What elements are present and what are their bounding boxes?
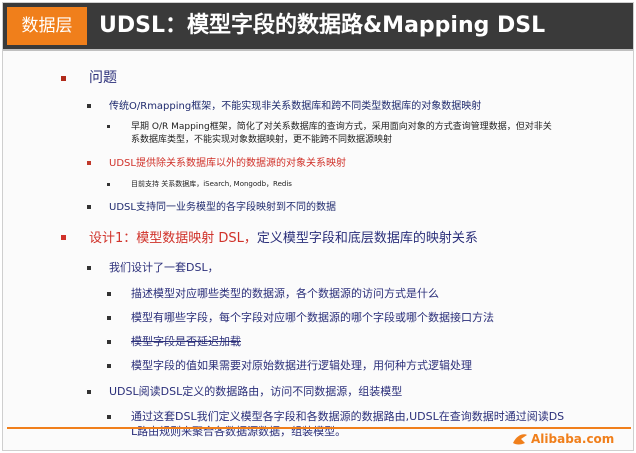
bullet-square [61,235,66,240]
problem-item-red: UDSL提供除关系数据库以外的数据源的对象关系映射 [109,158,346,169]
bullet-dot [87,104,91,108]
udsl-detail: 通过这套DSL我们定义模型各字段和各数据源的数据路由,UDSL在查询数据时通过阅… [131,410,565,423]
problem-heading: 问题 [89,70,117,86]
alibaba-logo: Alibaba.com [531,432,615,446]
bullet-square [61,76,66,81]
alibaba-logo-icon [513,434,527,445]
bullet-dot [107,183,110,186]
design-heading: 设计1：模型数据映射 DSL，定义模型字段和底层数据库的映射关系 [89,227,478,246]
problem-subitem: 早期 O/R Mapping框架，简化了对关系数据库的查询方式，采用面向对象的方… [131,122,552,132]
section-badge: 数据层 [7,7,87,45]
bullet-dot [87,205,91,209]
bullet-dot [107,125,110,128]
design-item: 模型字段的值如果需要对原始数据进行逻辑处理，用何种方式逻辑处理 [131,359,472,372]
design-item: 描述模型对应哪些类型的数据源，各个数据源的访问方式是什么 [131,287,439,300]
problem-item: UDSL支持同一业务模型的各字段映射到不同的数据 [109,202,336,213]
design-heading-rest: 定义模型字段和底层数据库的映射关系 [256,231,478,246]
design-item: 模型有哪些字段，每个字段对应哪个数据源的哪个字段或哪个数据接口方法 [131,311,494,324]
bullet-dot [107,340,111,344]
bullet-dot [87,266,91,270]
bullet-dot [107,415,111,419]
bullet-dot [87,390,91,394]
bullet-dot [107,316,111,320]
design-item-struck: 模型字段是否延迟加载 [131,335,241,348]
problem-subitem-cont: 系数据库类型，不能实现对象数据映射，更不能跨不同数据源映射 [131,135,393,145]
slide: 数据层 UDSL：模型字段的数据路&Mapping DSL 问题 传统O/Rma… [2,2,634,451]
design-heading-red: 设计1：模型数据映射 DSL， [89,231,257,246]
bullet-dot [107,292,111,296]
header-divider [3,49,633,51]
bullet-dot [107,364,111,368]
udsl-detail-cont: L路由规则来聚合各数据源数据，组装模型。 [131,425,347,438]
udsl-read: UDSL阅读DSL定义的数据路由，访问不同数据源，组装模型 [109,385,403,398]
header-bar: 数据层 UDSL：模型字段的数据路&Mapping DSL [3,3,633,49]
problem-subitem-small: 目前支持 关系数据库，iSearch, Mongodb，Redis [131,180,292,188]
slide-title: UDSL：模型字段的数据路&Mapping DSL [99,13,546,38]
design-intro: 我们设计了一套DSL， [109,261,219,274]
bullet-dot-red [87,161,91,165]
problem-item: 传统O/Rmapping框架，不能实现非关系数据库和跨不同类型数据库的对象数据映… [109,101,482,112]
